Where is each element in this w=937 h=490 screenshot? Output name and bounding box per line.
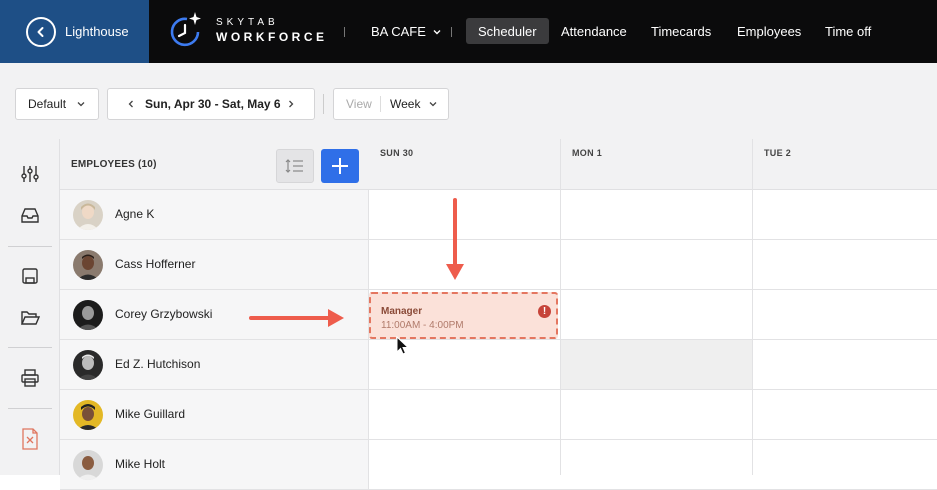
shift-role: Manager bbox=[381, 306, 423, 317]
folder-open-icon[interactable] bbox=[19, 307, 41, 329]
employee-name: Agne K bbox=[115, 207, 155, 221]
skytab-logo: SKYTAB WORKFORCE bbox=[168, 10, 328, 50]
employee-name: Ed Z. Hutchison bbox=[115, 357, 201, 371]
employee-name: Corey Grzybowski bbox=[115, 307, 213, 321]
nav-divider bbox=[344, 27, 345, 37]
employee-cell[interactable]: Mike Guillard bbox=[60, 390, 369, 439]
schedule-header bbox=[60, 139, 937, 190]
table-row: Ed Z. Hutchison bbox=[60, 340, 937, 390]
clock-sparkle-icon bbox=[170, 12, 201, 47]
nav-employees[interactable]: Employees bbox=[725, 18, 813, 44]
rail-divider bbox=[8, 246, 52, 247]
plus-icon bbox=[332, 158, 348, 174]
column-divider bbox=[752, 139, 753, 475]
view-divider bbox=[380, 96, 381, 112]
logo-top-text: SKYTAB bbox=[216, 16, 279, 28]
rail-divider bbox=[8, 347, 52, 348]
sort-list-icon bbox=[285, 159, 303, 173]
column-divider bbox=[560, 139, 561, 475]
rail-divider bbox=[8, 408, 52, 409]
employee-name: Mike Holt bbox=[115, 457, 166, 471]
avatar bbox=[73, 200, 103, 230]
chevron-down-icon bbox=[433, 29, 441, 34]
inbox-icon[interactable] bbox=[19, 204, 41, 226]
nav-attendance[interactable]: Attendance bbox=[549, 18, 639, 44]
shift-time: 11:00AM - 4:00PM bbox=[381, 320, 464, 331]
shift-block[interactable]: Manager 11:00AM - 4:00PM ! bbox=[369, 292, 558, 339]
date-range-label[interactable]: Sun, Apr 30 - Sat, May 6 bbox=[145, 97, 281, 111]
date-range-picker: Sun, Apr 30 - Sat, May 6 bbox=[107, 88, 315, 120]
table-row: Mike Holt bbox=[60, 440, 937, 490]
table-row: Mike Guillard bbox=[60, 390, 937, 440]
store-selector[interactable]: BA CAFE bbox=[371, 0, 443, 63]
day-header-mon: MON 1 bbox=[572, 148, 603, 158]
table-row: Agne K bbox=[60, 190, 937, 240]
employee-name: Mike Guillard bbox=[115, 407, 186, 421]
print-icon[interactable] bbox=[19, 367, 41, 389]
exclamation-icon[interactable]: ! bbox=[538, 305, 551, 318]
avatar bbox=[73, 450, 103, 480]
sliders-icon[interactable] bbox=[19, 163, 41, 185]
left-toolbar bbox=[0, 139, 60, 475]
top-bar: Lighthouse SKYTAB WORKFORCE BA CAFE Sche… bbox=[0, 0, 937, 63]
view-label: View bbox=[346, 97, 372, 111]
view-value: Week bbox=[390, 97, 421, 111]
lighthouse-back-button[interactable]: Lighthouse bbox=[0, 0, 149, 63]
delete-schedule-icon[interactable] bbox=[19, 428, 41, 450]
employee-name: Cass Hofferner bbox=[115, 257, 196, 271]
chevron-left-icon[interactable] bbox=[125, 98, 137, 110]
employee-cell[interactable]: Cass Hofferner bbox=[60, 240, 369, 289]
day-header-sun: SUN 30 bbox=[380, 148, 414, 158]
view-dropdown[interactable]: View Week bbox=[333, 88, 449, 120]
nav-time-off[interactable]: Time off bbox=[813, 18, 883, 44]
chevron-down-icon bbox=[429, 102, 437, 107]
employee-cell[interactable]: Corey Grzybowski bbox=[60, 290, 369, 339]
toolbar-divider bbox=[323, 94, 324, 114]
nav-scheduler[interactable]: Scheduler bbox=[466, 18, 549, 44]
employee-cell[interactable]: Mike Holt bbox=[60, 440, 369, 489]
lighthouse-label: Lighthouse bbox=[65, 24, 129, 39]
sort-button[interactable] bbox=[276, 149, 314, 183]
avatar bbox=[73, 400, 103, 430]
chevron-right-icon[interactable] bbox=[285, 98, 297, 110]
filter-dropdown[interactable]: Default bbox=[15, 88, 99, 120]
nav-timecards[interactable]: Timecards bbox=[639, 18, 723, 44]
filter-value: Default bbox=[28, 97, 67, 111]
avatar bbox=[73, 300, 103, 330]
day-header-tue: TUE 2 bbox=[764, 148, 792, 158]
nav-divider bbox=[451, 27, 452, 37]
avatar bbox=[73, 250, 103, 280]
employees-header: EMPLOYEES (10) bbox=[71, 159, 157, 170]
table-row: Cass Hofferner bbox=[60, 240, 937, 290]
employee-cell[interactable]: Agne K bbox=[60, 190, 369, 239]
unavailable-cell bbox=[561, 340, 752, 389]
avatar bbox=[73, 350, 103, 380]
save-icon[interactable] bbox=[19, 265, 41, 287]
store-name: BA CAFE bbox=[371, 24, 426, 39]
logo-bottom-text: WORKFORCE bbox=[216, 29, 328, 44]
chevron-left-icon bbox=[26, 16, 56, 47]
chevron-down-icon bbox=[77, 102, 85, 107]
add-employee-button[interactable] bbox=[321, 149, 359, 183]
employee-cell[interactable]: Ed Z. Hutchison bbox=[60, 340, 369, 389]
